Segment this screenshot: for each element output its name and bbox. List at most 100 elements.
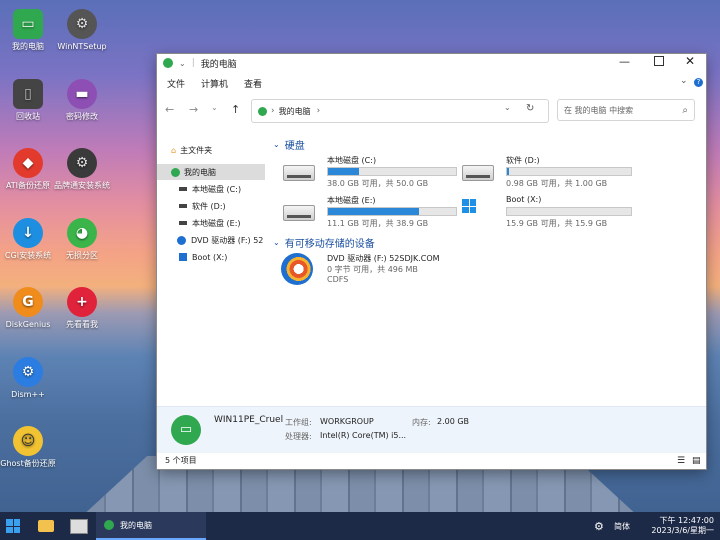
address-separator: › bbox=[271, 106, 275, 116]
hard-drive-icon bbox=[283, 165, 315, 181]
hard-drive-icon bbox=[283, 205, 315, 221]
address-dropdown-icon[interactable]: ⌄ bbox=[504, 103, 511, 112]
desktop-icon-recycle-bin[interactable]: ▯ 回收站 bbox=[0, 79, 56, 122]
memory-label: 内存: bbox=[412, 418, 431, 427]
help-icon[interactable]: ? bbox=[694, 78, 703, 87]
workgroup-label: 工作组: bbox=[285, 418, 312, 427]
download-arrow-icon: ↓ bbox=[13, 218, 43, 248]
menu-file[interactable]: 文件 bbox=[167, 77, 185, 90]
clock[interactable]: 下午 12:47:00 2023/3/6/星期一 bbox=[644, 512, 714, 540]
backup-icon: ◆ bbox=[13, 148, 43, 178]
password-icon: ▬ bbox=[67, 79, 97, 109]
forward-button[interactable]: → bbox=[189, 103, 198, 116]
desktop-icon-winntsetup[interactable]: ⚙ WinNTSetup bbox=[54, 9, 110, 52]
desktop-icon-cgi-install[interactable]: ↓ CGI安装系统 bbox=[0, 218, 56, 261]
drive-x[interactable]: Boot (X:) 15.9 GB 可用，共 15.9 GB bbox=[460, 195, 640, 235]
drive-c[interactable]: 本地磁盘 (C:) 38.0 GB 可用，共 50.0 GB bbox=[281, 155, 461, 195]
search-icon: ⌕ bbox=[682, 104, 688, 116]
drive-e[interactable]: 本地磁盘 (E:) 11.1 GB 可用，共 38.9 GB bbox=[281, 195, 461, 235]
desktop-icon-password[interactable]: ▬ 密码修改 bbox=[54, 79, 110, 122]
usage-bar bbox=[506, 167, 632, 176]
usage-bar bbox=[506, 207, 632, 216]
section-hard-disks[interactable]: ⌄ 硬盘 bbox=[273, 137, 305, 152]
input-method[interactable]: 简体 bbox=[614, 512, 630, 540]
address-bar[interactable]: › 我的电脑 › ⌄ ↻ bbox=[251, 99, 549, 123]
sidebar-item-boot[interactable]: Boot (X:) bbox=[179, 249, 227, 265]
taskbar-active-window[interactable]: 我的电脑 bbox=[96, 512, 206, 540]
sidebar-item-drive-c[interactable]: 本地磁盘 (C:) bbox=[179, 181, 241, 197]
usage-fill bbox=[328, 168, 359, 175]
title-bar[interactable]: ⌄ | 我的电脑 — ✕ bbox=[157, 54, 706, 72]
sidebar-item-dvd[interactable]: DVD 驱动器 (F:) 52 bbox=[177, 232, 263, 248]
usage-bar bbox=[327, 167, 457, 176]
tool-icon bbox=[70, 518, 88, 534]
search-input[interactable]: 在 我的电脑 中搜索 ⌕ bbox=[557, 99, 695, 121]
plus-icon: + bbox=[67, 287, 97, 317]
details-view-icon[interactable]: ☰ bbox=[677, 456, 685, 466]
recent-dropdown-icon[interactable]: ⌄ bbox=[211, 103, 218, 112]
desktop-icon-brand-install[interactable]: ⚙ 品牌通安装系统 bbox=[54, 148, 110, 191]
taskbar-tool[interactable] bbox=[70, 512, 88, 540]
usage-fill bbox=[328, 208, 419, 215]
gear-disc-icon: ⚙ bbox=[67, 9, 97, 39]
desktop-icon-diskgenius[interactable]: G DiskGenius bbox=[0, 287, 56, 330]
address-computer-icon bbox=[258, 106, 267, 116]
taskbar-file-explorer[interactable] bbox=[38, 512, 54, 540]
title-chevron-icon[interactable]: ⌄ bbox=[179, 59, 186, 68]
settings-gear-icon: ⚙ bbox=[67, 148, 97, 178]
hard-drive-icon bbox=[462, 165, 494, 181]
memory-value: 2.00 GB bbox=[437, 417, 470, 426]
tiles-view-icon[interactable]: ▤ bbox=[692, 456, 701, 466]
start-button[interactable] bbox=[6, 512, 20, 540]
ribbon-collapse-icon[interactable]: ⌄ bbox=[680, 76, 688, 86]
sidebar-item-drive-e[interactable]: 本地磁盘 (E:) bbox=[179, 215, 241, 231]
section-removable[interactable]: ⌄ 有可移动存储的设备 bbox=[273, 235, 375, 250]
chevron-down-icon: ⌄ bbox=[273, 238, 280, 247]
close-button[interactable]: ✕ bbox=[685, 54, 695, 68]
desktop-icon-my-computer[interactable]: ▭ 我的电脑 bbox=[0, 9, 56, 52]
minimize-button[interactable]: — bbox=[619, 55, 630, 68]
drive-dvd[interactable]: DVD 驱动器 (F:) 52SDJK.COM 0 字节 可用，共 496 MB… bbox=[281, 251, 461, 291]
tray-settings[interactable]: ⚙ bbox=[594, 512, 604, 540]
address-text: 我的电脑 bbox=[278, 106, 311, 116]
sidebar-item-my-computer[interactable]: 我的电脑 bbox=[157, 164, 265, 180]
sidebar-item-home[interactable]: ⌂ 主文件夹 bbox=[171, 142, 212, 158]
computer-large-icon: ▭ bbox=[171, 415, 201, 445]
computer-icon bbox=[104, 520, 114, 530]
computer-icon bbox=[171, 167, 180, 177]
computer-name: WIN11PE_Cruel bbox=[214, 415, 284, 425]
diskgenius-icon: G bbox=[13, 287, 43, 317]
up-button[interactable]: ↑ bbox=[231, 103, 240, 116]
dvd-drive-icon bbox=[281, 253, 313, 285]
windows-drive-icon bbox=[179, 253, 187, 261]
sidebar-item-drive-d[interactable]: 软件 (D:) bbox=[179, 198, 226, 214]
drive-icon bbox=[179, 221, 187, 225]
search-placeholder: 在 我的电脑 中搜索 bbox=[564, 105, 634, 115]
explorer-window: ⌄ | 我的电脑 — ✕ 文件 计算机 查看 ⌄ ? ← → ⌄ ↑ › 我的电… bbox=[157, 54, 706, 469]
refresh-icon[interactable]: ↻ bbox=[526, 103, 534, 114]
desktop-icon-partition[interactable]: ◕ 无损分区 bbox=[54, 218, 110, 261]
windows-start-icon bbox=[6, 519, 20, 533]
window-title: 我的电脑 bbox=[200, 59, 237, 70]
folder-icon bbox=[38, 520, 54, 532]
menu-computer[interactable]: 计算机 bbox=[201, 77, 228, 90]
cpu-value: Intel(R) Core(TM) i5... bbox=[320, 431, 407, 440]
desktop-icon-read-me[interactable]: + 先看看我 bbox=[54, 287, 110, 330]
drive-icon bbox=[179, 187, 187, 191]
desktop-icon-dism[interactable]: ⚙ Dism++ bbox=[0, 357, 56, 400]
drive-d[interactable]: 软件 (D:) 0.98 GB 可用，共 1.00 GB bbox=[460, 155, 640, 195]
menu-view[interactable]: 查看 bbox=[244, 77, 262, 90]
workgroup-value: WORKGROUP bbox=[320, 417, 374, 426]
usage-bar bbox=[327, 207, 457, 216]
navigation-bar: ← → ⌄ ↑ › 我的电脑 › ⌄ ↻ 在 我的电脑 中搜索 ⌕ bbox=[157, 94, 706, 123]
desktop-icon-ati-backup[interactable]: ◆ ATI备份还原 bbox=[0, 148, 56, 191]
content-pane: ⌄ 硬盘 本地磁盘 (C:) 38.0 GB 可用，共 50.0 GB 软件 (… bbox=[271, 134, 701, 404]
item-count: 5 个项目 bbox=[165, 456, 197, 465]
menu-bar: 文件 计算机 查看 ⌄ ? bbox=[157, 72, 706, 94]
maximize-button[interactable] bbox=[654, 56, 664, 66]
back-button[interactable]: ← bbox=[165, 103, 174, 116]
desktop-icon-ghost[interactable]: ☺ Ghost备份还原 bbox=[0, 426, 56, 469]
window-app-icon bbox=[163, 58, 173, 68]
cpu-label: 处理器: bbox=[285, 432, 312, 441]
tray-gear-icon: ⚙ bbox=[594, 519, 604, 533]
